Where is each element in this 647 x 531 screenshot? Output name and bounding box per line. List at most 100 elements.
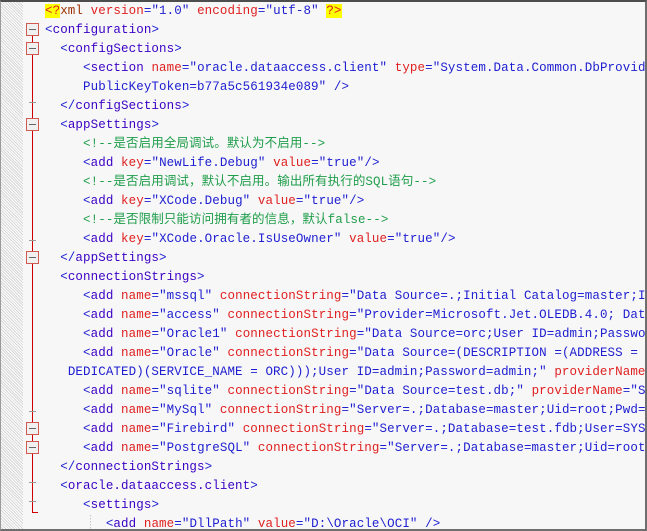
code-line[interactable]: <connectionStrings> bbox=[43, 268, 645, 287]
tag-name: configSections bbox=[67, 42, 175, 56]
code-line[interactable]: <configuration> bbox=[43, 21, 645, 40]
attribute-name: name bbox=[121, 422, 152, 436]
code-line[interactable]: </appSettings> bbox=[43, 249, 645, 268]
fold-toggle-oracle-dataaccess-client[interactable] bbox=[26, 422, 39, 435]
tag-close-bracket: > bbox=[181, 99, 190, 113]
fold-toggle-configsections[interactable] bbox=[26, 42, 39, 55]
tag-name: connectionStrings bbox=[75, 460, 205, 474]
code-line[interactable]: <!--是否限制只能访问拥有者的信息，默认false--> bbox=[43, 211, 645, 230]
attribute-name: encoding bbox=[197, 4, 258, 18]
attribute-name: version bbox=[90, 4, 144, 18]
code-line[interactable]: <add name="Oracle1" connectionString="Da… bbox=[43, 325, 645, 344]
tag-open-bracket: < bbox=[83, 308, 91, 322]
attribute-name: value bbox=[257, 194, 296, 208]
attribute-value: "XCode.Oracle.IsUseOwner" bbox=[151, 232, 342, 246]
code-line[interactable]: <add name="Firebird" connectionString="S… bbox=[43, 420, 645, 439]
tag-name: add bbox=[90, 289, 114, 303]
code-folding-gutter[interactable] bbox=[23, 2, 43, 529]
xml-comment: <!--是否启用全局调试。默认为不启用--> bbox=[83, 137, 326, 151]
xml-editor-window: <?xml version="1.0" encoding="utf-8" ?> … bbox=[0, 0, 647, 531]
tag-close-bracket: > bbox=[151, 23, 160, 37]
attribute-name: name bbox=[121, 327, 152, 341]
tag-name: add bbox=[90, 422, 114, 436]
code-line[interactable]: <add name="Oracle" connectionString="Dat… bbox=[43, 344, 645, 363]
tag-close-bracket: > bbox=[174, 42, 182, 56]
attribute-name: key bbox=[121, 232, 144, 246]
code-line[interactable]: <add key="XCode.Debug" value="true"/> bbox=[43, 192, 645, 211]
attribute-name: name bbox=[121, 403, 152, 417]
tag-name: add bbox=[90, 194, 114, 208]
attribute-value: "Firebird" bbox=[159, 422, 236, 436]
tag-open-bracket: </ bbox=[60, 251, 76, 265]
tag-name: add bbox=[90, 327, 114, 341]
code-line[interactable]: <add name="sqlite" connectionString="Dat… bbox=[43, 382, 645, 401]
attribute-value: "utf-8" bbox=[265, 4, 319, 18]
code-line[interactable]: <add name="access" connectionString="Pro… bbox=[43, 306, 645, 325]
tag-name: add bbox=[90, 403, 114, 417]
tag-name: add bbox=[90, 232, 114, 246]
code-text-area[interactable]: <?xml version="1.0" encoding="utf-8" ?> … bbox=[43, 2, 645, 529]
attribute-name: value bbox=[349, 232, 388, 246]
attribute-value: "true" bbox=[394, 232, 441, 246]
pi-target: xml bbox=[60, 4, 84, 18]
tag-name: section bbox=[90, 61, 144, 75]
code-line[interactable]: <appSettings> bbox=[43, 116, 645, 135]
attribute-name: name bbox=[121, 308, 152, 322]
fold-toggle-appsettings[interactable] bbox=[26, 118, 39, 131]
attribute-value: "oracle.dataaccess.client" bbox=[189, 61, 388, 75]
code-line[interactable]: <add key="XCode.Oracle.IsUseOwner" value… bbox=[43, 230, 645, 249]
code-line[interactable]: <add name="MySql" connectionString="Serv… bbox=[43, 401, 645, 420]
code-line[interactable]: <settings> bbox=[43, 496, 645, 515]
code-line[interactable]: <!--是否启用调试，默认不启用。输出所有执行的SQL语句--> bbox=[43, 173, 645, 192]
tag-open-bracket: < bbox=[83, 289, 91, 303]
tag-open-bracket: < bbox=[83, 156, 91, 170]
attribute-value-continued: DEDICATED)(SERVICE_NAME = ORC)));User ID… bbox=[67, 365, 547, 379]
tag-name: add bbox=[90, 156, 114, 170]
code-line[interactable]: <oracle.dataaccess.client> bbox=[43, 477, 645, 496]
attribute-value: "Data Source=test.db;" bbox=[356, 384, 524, 398]
attribute-value: "Provider=Microsoft.Jet.OLEDB.4.0; Data … bbox=[356, 308, 645, 322]
xml-comment: <!--是否启用调试，默认不启用。输出所有执行的SQL语句--> bbox=[83, 175, 437, 189]
tag-name: add bbox=[90, 441, 114, 455]
attribute-name: name bbox=[143, 517, 175, 529]
code-line[interactable]: PublicKeyToken=b77a5c561934e089" /> bbox=[43, 78, 645, 97]
code-line[interactable]: <section name="oracle.dataaccess.client"… bbox=[43, 59, 645, 78]
code-line[interactable]: <add name="PostgreSQL" connectionString=… bbox=[43, 439, 645, 458]
code-line[interactable]: <configSections> bbox=[43, 40, 645, 59]
tag-selfclose-bracket: /> bbox=[440, 232, 456, 246]
tag-close-bracket: > bbox=[197, 270, 205, 284]
fold-toggle-connectionstrings[interactable] bbox=[26, 251, 39, 264]
attribute-name: connectionString bbox=[235, 327, 357, 341]
selection-margin[interactable] bbox=[1, 2, 23, 529]
attribute-name: name bbox=[121, 346, 152, 360]
attribute-name: connectionString bbox=[219, 403, 342, 417]
attribute-value: "Sqlite" bbox=[630, 384, 645, 398]
attribute-value: "true" bbox=[303, 194, 350, 208]
tag-open-bracket: < bbox=[60, 479, 68, 493]
attribute-value: "XCode.Debug" bbox=[151, 194, 251, 208]
attribute-value: "Server=.;Database=master;Uid=root;Pwd=r bbox=[387, 441, 645, 455]
attribute-value: "Server=.;Database=master;Uid=root;Pwd=r… bbox=[349, 403, 645, 417]
attribute-value: "PostgreSQL" bbox=[159, 441, 251, 455]
code-line[interactable]: <!--是否启用全局调试。默认为不启用--> bbox=[43, 135, 645, 154]
attribute-value: "DllPath" bbox=[181, 517, 251, 529]
attribute-value: "sqlite" bbox=[159, 384, 220, 398]
attribute-name: connectionString bbox=[257, 441, 380, 455]
tag-name: settings bbox=[90, 498, 152, 512]
attribute-value: "Data Source=.;Initial Catalog=master;In… bbox=[349, 289, 645, 303]
code-line[interactable]: DEDICATED)(SERVICE_NAME = ORC)));User ID… bbox=[43, 363, 645, 382]
code-line[interactable]: </configSections> bbox=[43, 97, 645, 116]
code-line[interactable]: <add name="mssql" connectionString="Data… bbox=[43, 287, 645, 306]
fold-toggle-settings[interactable] bbox=[26, 441, 39, 454]
code-line[interactable]: <?xml version="1.0" encoding="utf-8" ?> bbox=[43, 2, 645, 21]
code-line[interactable]: </connectionStrings> bbox=[43, 458, 645, 477]
attribute-name: name bbox=[121, 384, 152, 398]
code-line[interactable]: <add key="NewLife.Debug" value="true"/> bbox=[43, 154, 645, 173]
fold-tick-oracle-dataaccess-client-end bbox=[29, 501, 36, 502]
attribute-name: name bbox=[151, 61, 182, 75]
tag-open-bracket: < bbox=[83, 384, 91, 398]
fold-toggle-configuration[interactable] bbox=[26, 23, 39, 36]
fold-tick-settings-end bbox=[29, 482, 36, 483]
code-line[interactable]: <add name="DllPath" value="D:\Oracle\OCI… bbox=[43, 515, 645, 529]
attribute-value: "NewLife.Debug" bbox=[151, 156, 266, 170]
